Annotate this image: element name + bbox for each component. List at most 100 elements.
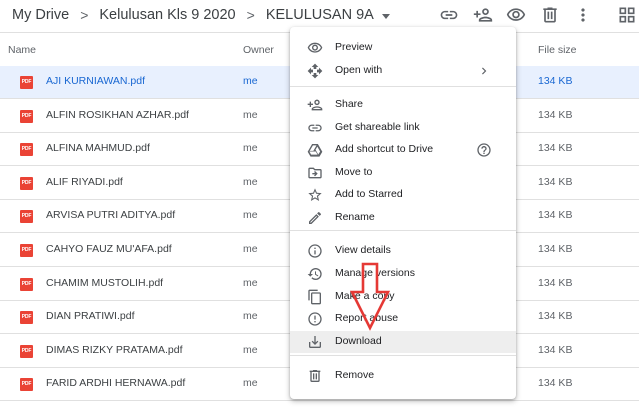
history-icon [306, 265, 324, 283]
star-icon [306, 186, 324, 204]
pdf-file-icon: PDF [20, 378, 33, 392]
drive-shortcut-icon [306, 141, 324, 159]
menu-item-label: Rename [335, 211, 375, 223]
file-name: CAHYO FAUZ MU'AFA.pdf [46, 243, 172, 255]
breadcrumb: My Drive > Kelulusan Kls 9 2020 > KELULU… [12, 4, 390, 26]
file-name: DIMAS RIZKY PRATAMA.pdf [46, 343, 183, 356]
info-icon [306, 242, 324, 260]
menu-item-move-to[interactable]: Move to [290, 162, 516, 184]
context-menu: Preview Open with Share Get shareable link A… [290, 27, 516, 399]
menu-item-view-details[interactable]: View details [290, 240, 516, 262]
file-owner: me [243, 108, 258, 121]
pdf-file-icon: PDF [20, 277, 33, 291]
more-vert-icon[interactable] [571, 3, 595, 27]
menu-item-report-abuse[interactable]: Report abuse [290, 308, 516, 330]
chevron-right-icon [476, 63, 492, 79]
pdf-file-icon: PDF [20, 244, 33, 257]
file-size: 134 KB [538, 310, 573, 323]
breadcrumb-current-folder[interactable]: KELULUSAN 9A [266, 7, 374, 23]
menu-item-download[interactable]: Download [290, 331, 516, 353]
menu-item-label: Share [335, 98, 364, 110]
file-owner: me [243, 343, 258, 356]
menu-item-label: Download [335, 335, 382, 347]
menu-item-manage-versions[interactable]: Manage versions [290, 263, 516, 285]
file-owner: me [243, 75, 258, 87]
file-name: CHAMIM MUSTOLIH.pdf [46, 276, 164, 289]
menu-item-rename[interactable]: Rename [290, 207, 516, 229]
trash-icon[interactable] [538, 3, 562, 27]
file-name: ALFINA MAHMUD.pdf [46, 142, 150, 155]
menu-item-label: Manage versions [335, 267, 415, 279]
pdf-file-icon: PDF [20, 76, 33, 89]
menu-item-label: Get shareable link [335, 121, 420, 133]
download-icon [306, 333, 324, 351]
file-name: ALIF RIYADI.pdf [46, 175, 123, 188]
file-name: AJI KURNIAWAN.pdf [46, 75, 145, 87]
file-owner: me [243, 142, 258, 155]
menu-item-add-to-starred[interactable]: Add to Starred [290, 184, 516, 206]
file-size: 134 KB [538, 243, 573, 255]
file-size: 134 KB [538, 209, 573, 222]
file-owner: me [243, 276, 258, 289]
menu-item-remove[interactable]: Remove [290, 365, 516, 387]
menu-item-label: Add to Starred [335, 188, 403, 200]
pdf-file-icon: PDF [20, 344, 33, 358]
trash-icon [306, 367, 324, 385]
file-owner: me [243, 209, 258, 222]
file-size: 134 KB [538, 377, 573, 390]
file-name: DIAN PRATIWI.pdf [46, 310, 135, 323]
menu-separator [290, 355, 516, 356]
breadcrumb-folder-kelulusan[interactable]: Kelulusan Kls 9 2020 [99, 7, 235, 23]
menu-item-label: Add shortcut to Drive [335, 143, 434, 155]
column-header-owner[interactable]: Owner [243, 44, 274, 56]
top-bar: My Drive > Kelulusan Kls 9 2020 > KELULU… [0, 0, 639, 30]
menu-item-get-shareable-link[interactable]: Get shareable link [290, 117, 516, 139]
pdf-file-icon: PDF [20, 176, 33, 190]
copy-icon [306, 288, 324, 306]
menu-item-label: View details [335, 244, 391, 256]
folder-dropdown-icon[interactable] [381, 13, 390, 19]
menu-item-share[interactable]: Share [290, 94, 516, 116]
file-owner: me [243, 175, 258, 188]
menu-item-label: Open with [335, 64, 383, 76]
file-size: 134 KB [538, 75, 573, 87]
add-person-icon[interactable] [471, 3, 495, 27]
menu-item-make-a-copy[interactable]: Make a copy [290, 286, 516, 308]
breadcrumb-separator: > [80, 7, 89, 23]
breadcrumb-separator: > [246, 7, 255, 23]
column-header-name[interactable]: Name [8, 44, 36, 56]
move-arrows-icon [306, 62, 324, 80]
link-icon[interactable] [437, 3, 461, 27]
menu-item-label: Report abuse [335, 312, 399, 324]
breadcrumb-my-drive[interactable]: My Drive [12, 7, 69, 23]
file-size: 134 KB [538, 276, 573, 289]
file-size: 134 KB [538, 108, 573, 121]
column-header-file-size[interactable]: File size [538, 44, 577, 56]
pencil-icon [306, 209, 324, 227]
menu-item-label: Make a copy [335, 290, 395, 302]
add-person-icon [306, 96, 324, 114]
file-size: 134 KB [538, 142, 573, 155]
help-icon[interactable] [476, 142, 492, 158]
file-name: FARID ARDHI HERNAWA.pdf [46, 377, 186, 390]
eye-icon[interactable] [504, 3, 528, 27]
menu-item-label: Move to [335, 166, 373, 178]
file-name: ALFIN ROSIKHAN AZHAR.pdf [46, 108, 189, 121]
pdf-file-icon: PDF [20, 143, 33, 157]
pdf-file-icon: PDF [20, 109, 33, 123]
menu-item-preview[interactable]: Preview [290, 37, 516, 59]
file-size: 134 KB [538, 343, 573, 356]
menu-item-label: Preview [335, 41, 373, 53]
menu-item-add-shortcut-to-drive[interactable]: Add shortcut to Drive [290, 139, 516, 161]
menu-separator [290, 86, 516, 87]
file-owner: me [243, 310, 258, 323]
grid-view-icon[interactable] [615, 3, 639, 27]
pdf-file-icon: PDF [20, 311, 33, 325]
menu-item-open-with[interactable]: Open with [290, 60, 516, 82]
menu-separator [290, 230, 516, 231]
file-owner: me [243, 243, 258, 255]
menu-item-label: Remove [335, 369, 375, 381]
file-size: 134 KB [538, 175, 573, 188]
link-icon [306, 119, 324, 137]
file-name: ARVISA PUTRI ADITYA.pdf [46, 209, 176, 222]
